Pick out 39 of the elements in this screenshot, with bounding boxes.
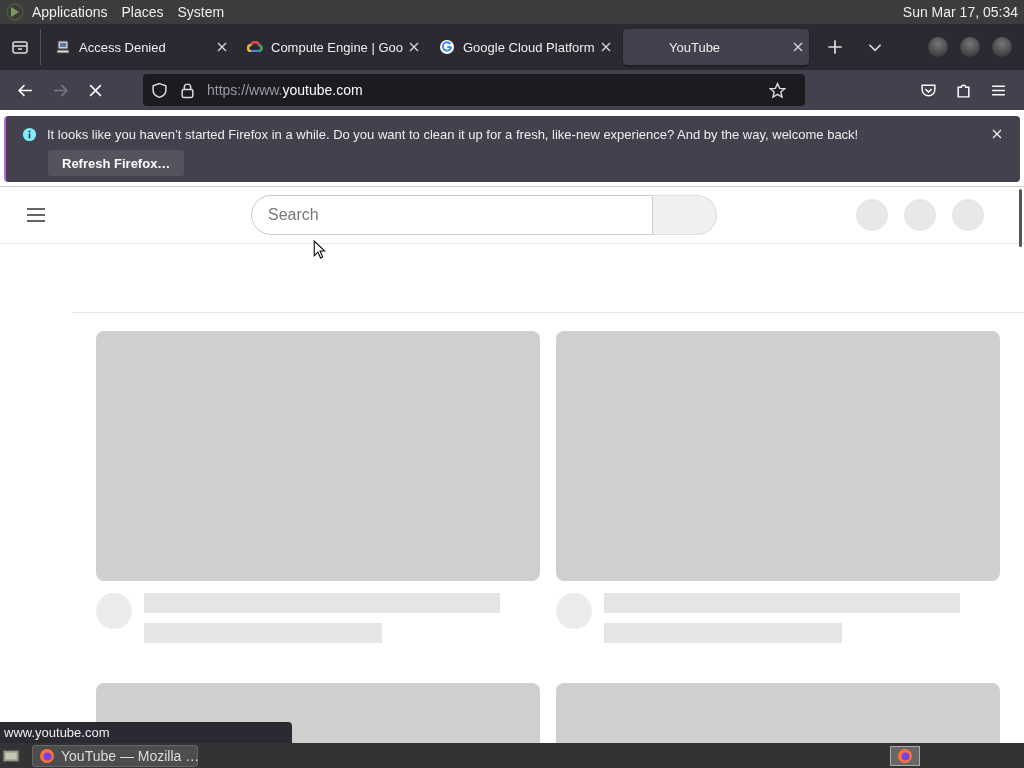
window-button[interactable] xyxy=(992,37,1012,57)
firefox-tray-icon[interactable] xyxy=(890,745,920,766)
notification-message: It looks like you haven’t started Firefox in a while. Do you want to clean it up for a fresh, like-new experience? And by the way, welcome back! xyxy=(47,126,859,142)
firefox-icon xyxy=(39,747,55,764)
url-field[interactable]: https://www.youtube.com xyxy=(143,74,805,106)
taskbar-window[interactable]: YouTube — Mozilla … xyxy=(32,744,198,767)
scrollbar-thumb[interactable] xyxy=(1019,189,1022,247)
close-icon[interactable] xyxy=(409,42,419,52)
search-field[interactable]: Search xyxy=(251,195,653,235)
cursor-icon xyxy=(313,240,326,259)
browser-tab[interactable]: YouTube xyxy=(623,29,809,65)
cloud-icon xyxy=(247,39,263,55)
tab-list-icon[interactable] xyxy=(11,38,29,56)
lock-icon[interactable] xyxy=(179,81,196,99)
pocket-icon[interactable] xyxy=(920,81,937,99)
menu-icon[interactable] xyxy=(26,207,46,223)
google-g-icon xyxy=(439,39,455,55)
close-icon[interactable] xyxy=(601,42,611,52)
puzzle-icon[interactable] xyxy=(955,81,972,99)
clock[interactable]: Sun Mar 17, 05:34 xyxy=(902,4,1018,20)
close-icon[interactable] xyxy=(217,42,227,52)
window-button[interactable] xyxy=(960,37,980,57)
panel-menu[interactable]: System xyxy=(177,4,225,20)
new-tab-icon[interactable] xyxy=(826,38,844,56)
refresh-firefox-button[interactable]: Refresh Firefox… xyxy=(48,150,185,176)
browser-tab[interactable]: Compute Engine | Goo xyxy=(239,29,425,65)
close-icon[interactable] xyxy=(992,129,1002,139)
window-button[interactable] xyxy=(928,37,948,57)
play-logo-icon[interactable] xyxy=(6,3,24,21)
computer-icon xyxy=(55,39,71,55)
browser-tab[interactable]: Google Cloud Platform xyxy=(431,29,617,65)
panel-menu[interactable]: Applications xyxy=(32,4,108,20)
browser-tab[interactable]: Access Denied xyxy=(47,29,233,65)
star-icon[interactable] xyxy=(769,81,786,99)
info-icon xyxy=(22,126,37,142)
panel-menu[interactable]: Places xyxy=(121,4,164,20)
status-url: www.youtube.com xyxy=(0,722,292,743)
shield-icon[interactable] xyxy=(151,81,168,99)
close-icon[interactable] xyxy=(793,42,803,52)
